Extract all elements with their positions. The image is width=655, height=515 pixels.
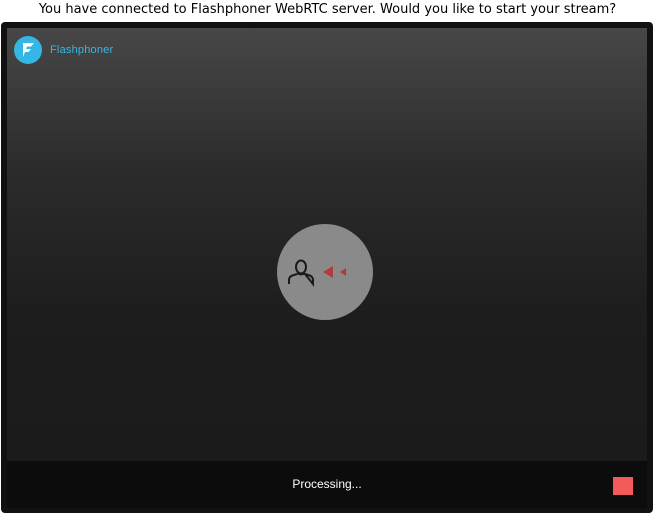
video-screen[interactable]: Flashphoner Processing... — [7, 28, 647, 508]
user-icon — [288, 259, 314, 287]
stream-status-indicator[interactable] — [277, 224, 373, 320]
rewind-arrows-icon — [323, 266, 346, 278]
webrtc-player: Flashphoner Processing... — [1, 22, 653, 513]
status-text: Processing... — [292, 477, 362, 491]
flashphoner-logo: Flashphoner — [14, 36, 113, 64]
control-bar: Processing... — [7, 461, 647, 508]
stop-button[interactable] — [613, 477, 633, 495]
flashphoner-logo-icon — [14, 36, 42, 64]
connection-prompt: You have connected to Flashphoner WebRTC… — [38, 2, 617, 17]
logo-text: Flashphoner — [50, 44, 114, 56]
